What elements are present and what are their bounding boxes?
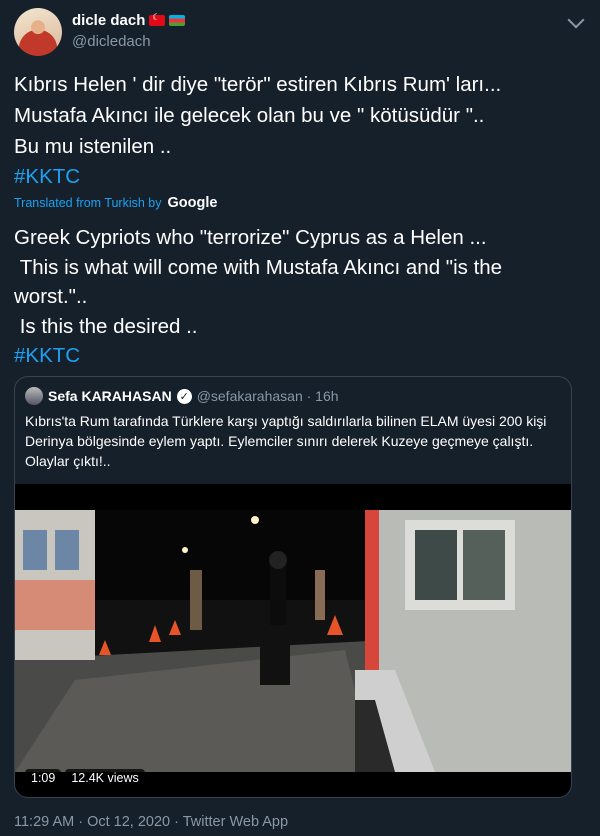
quoted-text: Kıbrıs'ta Rum tarafında Türklere karşı y… [25,413,547,469]
flag-turkey-icon [149,12,166,26]
tweet-header: dicle dach @dicledach [14,8,586,56]
translation-line-3: worst.".. [14,285,88,308]
video-views: 12.4K views [65,769,145,787]
tweet-line-2: Mustafa Akıncı ile gelecek olan bu ve " … [14,104,485,127]
flag-azerbaijan-icon [169,15,186,26]
display-name[interactable]: dicle dach [72,12,145,29]
google-logo: Google [167,195,218,211]
video-frame [15,510,571,772]
video-meta: 1:09 12.4K views [25,769,145,787]
quoted-name: Sefa KARAHASAN [48,388,172,404]
quoted-handle: @sefakarahasan · 16h [196,388,339,404]
chevron-down-icon[interactable] [567,11,585,29]
tweet-line-3: Bu mu istenilen .. [14,135,172,158]
translation-label: Translated from Turkish by [14,196,162,210]
translation-line-2: This is what will come with Mustafa Akın… [14,256,503,279]
name-row: dicle dach [72,12,186,29]
quoted-avatar [25,387,43,405]
video-player[interactable]: 1:09 12.4K views [15,484,571,797]
avatar[interactable] [14,8,62,56]
translation-line-4: Is this the desired .. [14,315,198,338]
translation-line-1: Greek Cypriots who "terrorize" Cyprus as… [14,226,487,249]
quoted-tweet[interactable]: Sefa KARAHASAN ✓ @sefakarahasan · 16h Kı… [14,376,572,798]
verified-badge-icon: ✓ [176,388,192,404]
tweet-line-1: Kıbrıs Helen ' dir diye "terör" estiren … [14,73,502,96]
translation-hashtag[interactable]: #KKTC [14,343,80,369]
translation-attribution[interactable]: Translated from Turkish by Google [14,195,217,211]
video-duration: 1:09 [25,769,62,787]
tweet-hashtag[interactable]: #KKTC [14,164,80,190]
tweet-footer[interactable]: 11:29 AM · Oct 12, 2020 · Twitter Web Ap… [14,814,288,830]
user-handle[interactable]: @dicledach [72,33,151,50]
quoted-header: Sefa KARAHASAN ✓ @sefakarahasan · 16h [25,387,339,405]
